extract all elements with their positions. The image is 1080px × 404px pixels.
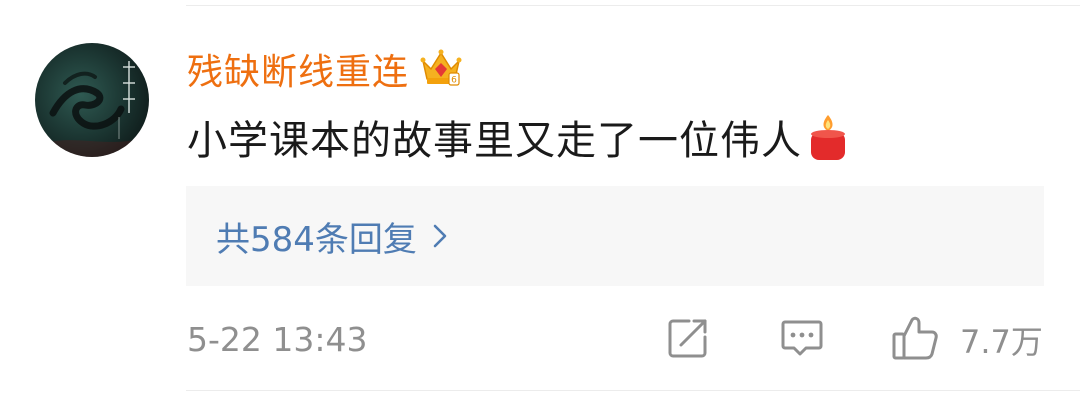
svg-text:6: 6	[451, 76, 457, 86]
username[interactable]: 残缺断线重连	[187, 43, 409, 95]
avatar[interactable]	[35, 43, 149, 157]
reply-summary-box[interactable]: 共584条回复	[186, 186, 1044, 286]
bottom-divider	[186, 390, 1080, 391]
reply-count-label: 共584条回复	[216, 219, 417, 260]
comment-icon	[779, 315, 825, 365]
username-row: 残缺断线重连 6	[187, 44, 463, 94]
share-button[interactable]	[665, 316, 711, 364]
top-divider	[186, 5, 1080, 6]
chevron-right-icon	[431, 222, 449, 250]
like-button[interactable]: 7.7万	[890, 316, 1043, 364]
thumbs-up-icon	[890, 314, 940, 366]
crown-icon: 6	[419, 47, 463, 91]
comment-button[interactable]	[779, 316, 825, 364]
candle-icon	[806, 112, 850, 162]
view-replies-link[interactable]: 共584条回复	[216, 214, 449, 260]
timestamp: 5-22 13:43	[187, 320, 368, 359]
comment-row: 小学课本的故事里又走了一位伟人	[187, 110, 850, 164]
like-count: 7.7万	[960, 323, 1043, 361]
share-icon	[665, 315, 711, 365]
comment-text: 小学课本的故事里又走了一位伟人	[187, 118, 802, 164]
